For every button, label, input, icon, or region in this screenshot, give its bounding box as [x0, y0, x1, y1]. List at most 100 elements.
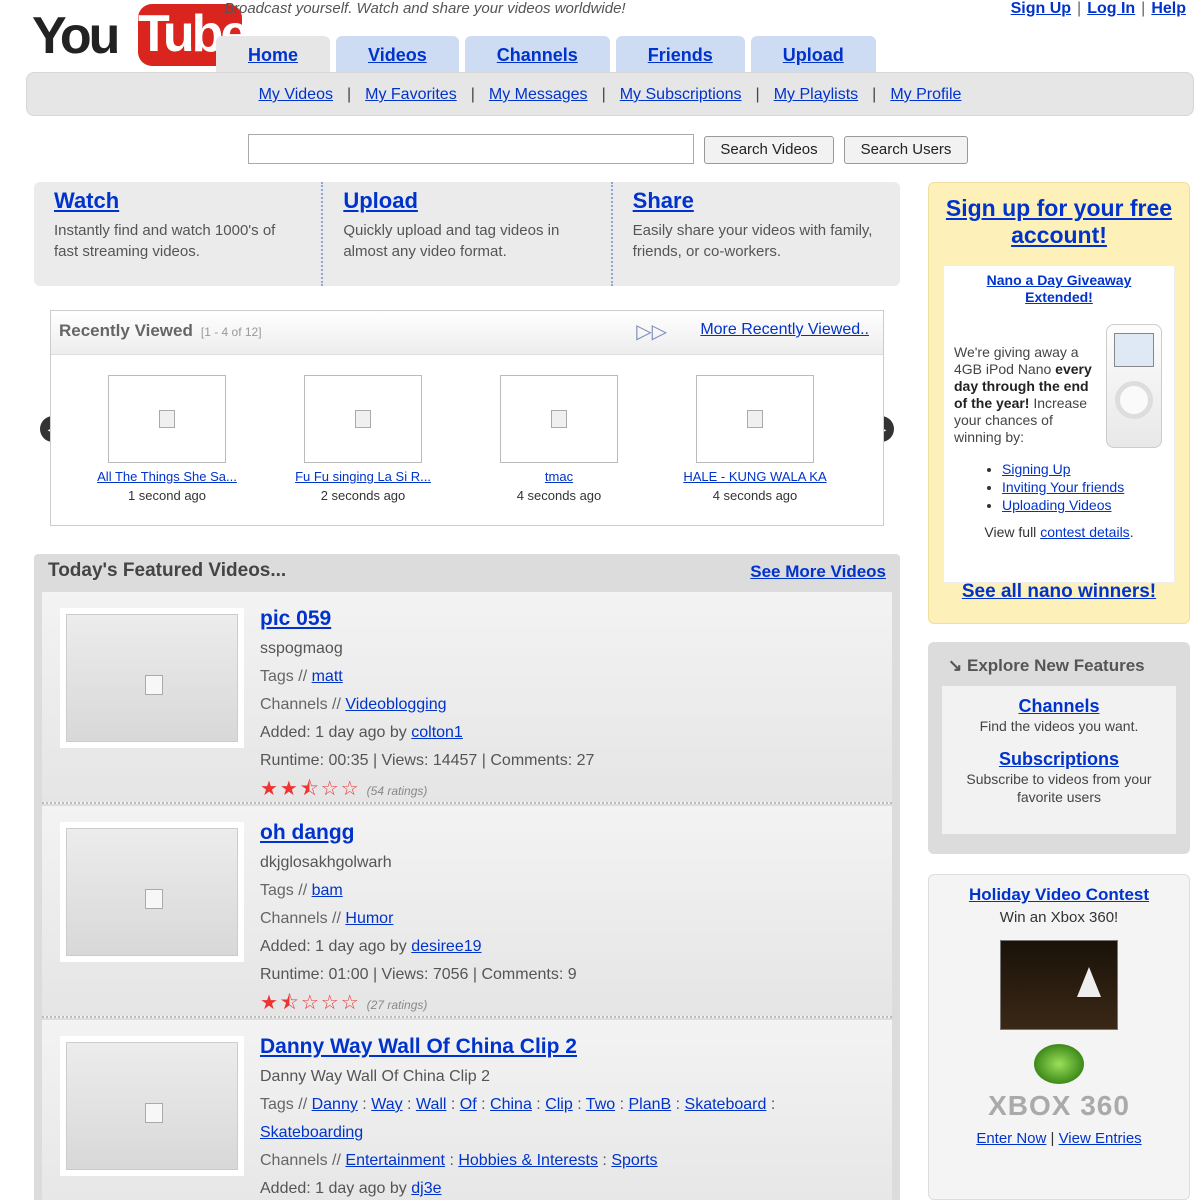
tag-link[interactable]: Danny — [312, 1096, 358, 1113]
tab-videos[interactable]: Videos — [336, 36, 459, 72]
contest-video-thumbnail[interactable] — [1000, 940, 1118, 1030]
video-description: Danny Way Wall Of China Clip 2 — [260, 1068, 490, 1085]
separator: | — [470, 86, 475, 103]
video-thumbnail[interactable] — [60, 608, 244, 748]
channel-link[interactable]: Videoblogging — [345, 696, 446, 713]
video-title-link[interactable]: pic 059 — [260, 607, 331, 630]
search-input[interactable] — [248, 134, 694, 164]
sub-navigation: My Videos | My Favorites | My Messages | My Su… — [26, 72, 1194, 116]
video-thumbnail[interactable] — [108, 375, 226, 463]
recently-viewed-header: Recently Viewed [1 - 4 of 12] ▷▷ More Rec… — [51, 311, 883, 355]
recently-viewed-count: [1 - 4 of 12] — [200, 325, 262, 339]
tag-link[interactable]: China — [490, 1096, 532, 1113]
tab-upload[interactable]: Upload — [750, 36, 876, 72]
watch-link[interactable]: Watch — [54, 188, 303, 214]
recent-item-time: 1 second ago — [127, 488, 207, 503]
star-rating[interactable]: ★⯪☆☆☆ — [260, 992, 361, 1014]
user-link[interactable]: desiree19 — [411, 938, 481, 955]
search-users-button[interactable]: Search Users — [844, 136, 968, 164]
tag-link[interactable]: Way — [371, 1096, 402, 1113]
recent-item-title[interactable]: All The Things She Sa... — [77, 469, 257, 484]
help-link[interactable]: Help — [1151, 0, 1186, 17]
channel-link[interactable]: Entertainment — [345, 1152, 445, 1169]
separator: | — [601, 86, 606, 103]
star-rating[interactable]: ★★⯪☆☆ — [260, 778, 361, 800]
signing-up-link[interactable]: Signing Up — [1002, 461, 1071, 477]
channel-link[interactable]: Sports — [611, 1152, 657, 1169]
subscriptions-feature-link[interactable]: Subscriptions — [942, 749, 1176, 770]
tag-link[interactable]: PlanB — [628, 1096, 671, 1113]
tag-link[interactable]: Of — [460, 1096, 477, 1113]
featured-header: Today's Featured Videos... See More Vide… — [34, 554, 900, 592]
video-title-link[interactable]: oh dangg — [260, 821, 354, 844]
enter-now-link[interactable]: Enter Now — [976, 1130, 1046, 1147]
tag-link[interactable]: Skateboarding — [260, 1124, 363, 1141]
search-videos-button[interactable]: Search Videos — [704, 136, 834, 164]
share-link[interactable]: Share — [633, 188, 882, 214]
logo-you-text: You — [32, 7, 120, 65]
my-favorites-link[interactable]: My Favorites — [365, 86, 457, 103]
tag-link[interactable]: Skateboard — [685, 1096, 767, 1113]
video-thumbnail[interactable] — [696, 375, 814, 463]
more-recently-viewed-link[interactable]: More Recently Viewed.. — [700, 321, 869, 339]
channels-feature-desc: Find the videos you want. — [979, 718, 1139, 734]
uploading-videos-link[interactable]: Uploading Videos — [1002, 497, 1112, 513]
tags-label: Tags // — [260, 668, 308, 685]
channels-feature-link[interactable]: Channels — [942, 696, 1176, 717]
xbox-360-logo: XBOX 360 — [988, 1090, 1130, 1121]
contest-details-link[interactable]: contest details — [1040, 524, 1130, 540]
user-link[interactable]: colton1 — [411, 724, 463, 741]
tag-link[interactable]: matt — [312, 668, 343, 685]
explore-header: ↘ Explore New Features — [948, 656, 1145, 675]
video-thumbnail[interactable] — [304, 375, 422, 463]
featured-video-row: oh dangg dkjglosakhgolwarh Tags // bam Chan… — [42, 806, 892, 1018]
my-subscriptions-link[interactable]: My Subscriptions — [620, 86, 742, 103]
holiday-subtitle: Win an Xbox 360! — [999, 909, 1119, 926]
see-nano-winners-link[interactable]: See all nano winners! — [929, 581, 1189, 603]
see-more-videos-link[interactable]: See More Videos — [750, 562, 886, 582]
tab-home[interactable]: Home — [216, 36, 331, 72]
recent-item-title[interactable]: HALE - KUNG WALA KA — [665, 469, 845, 484]
recent-item-title[interactable]: tmac — [469, 469, 649, 484]
video-title-link[interactable]: Danny Way Wall Of China Clip 2 — [260, 1035, 577, 1058]
tag-link[interactable]: bam — [312, 882, 343, 899]
recent-item: HALE - KUNG WALA KA 4 seconds ago — [665, 375, 845, 503]
intro-watch: Watch Instantly find and watch 1000's of… — [34, 182, 324, 286]
recently-viewed-panel: Recently Viewed [1 - 4 of 12] ▷▷ More Rec… — [50, 310, 884, 526]
tag-link[interactable]: Clip — [545, 1096, 573, 1113]
log-in-link[interactable]: Log In — [1087, 0, 1135, 17]
recent-item-time: 4 seconds ago — [516, 488, 602, 503]
channels-label: Channels // — [260, 696, 341, 713]
holiday-contest-link[interactable]: Holiday Video Contest — [929, 885, 1189, 905]
channel-link[interactable]: Hobbies & Interests — [458, 1152, 598, 1169]
arrow-down-right-icon: ↘ — [948, 656, 963, 675]
tab-friends[interactable]: Friends — [615, 36, 745, 72]
broken-image-icon — [355, 410, 371, 428]
nano-giveaway-link[interactable]: Nano a Day Giveaway Extended! — [954, 272, 1164, 306]
user-link[interactable]: dj3e — [411, 1180, 441, 1197]
broken-image-icon — [145, 675, 163, 695]
broken-image-icon — [747, 410, 763, 428]
my-playlists-link[interactable]: My Playlists — [774, 86, 858, 103]
video-thumbnail[interactable] — [60, 822, 244, 962]
video-thumbnail[interactable] — [500, 375, 618, 463]
tag-link[interactable]: Two — [586, 1096, 615, 1113]
channel-link[interactable]: Humor — [345, 910, 393, 927]
my-messages-link[interactable]: My Messages — [489, 86, 588, 103]
xbox-logo-icon — [1034, 1044, 1084, 1084]
rating-count: (54 ratings) — [366, 784, 428, 798]
video-thumbnail[interactable] — [60, 1036, 244, 1176]
inviting-friends-link[interactable]: Inviting Your friends — [1002, 479, 1124, 495]
signup-free-account-link[interactable]: Sign up for your free account! — [929, 183, 1189, 249]
recent-item-title[interactable]: Fu Fu singing La Si R... — [273, 469, 453, 484]
tab-channels[interactable]: Channels — [464, 36, 610, 72]
video-stats: Runtime: 00:35 | Views: 14457 | Comments… — [260, 752, 595, 769]
my-profile-link[interactable]: My Profile — [890, 86, 961, 103]
tag-link[interactable]: Wall — [416, 1096, 447, 1113]
my-videos-link[interactable]: My Videos — [259, 86, 333, 103]
upload-link[interactable]: Upload — [343, 188, 592, 214]
view-entries-link[interactable]: View Entries — [1059, 1130, 1142, 1147]
subscriptions-feature-desc: Subscribe to videos from your favorite u… — [966, 771, 1152, 805]
youtube-logo[interactable]: You Tube — [32, 2, 249, 66]
sign-up-link[interactable]: Sign Up — [1011, 0, 1071, 17]
